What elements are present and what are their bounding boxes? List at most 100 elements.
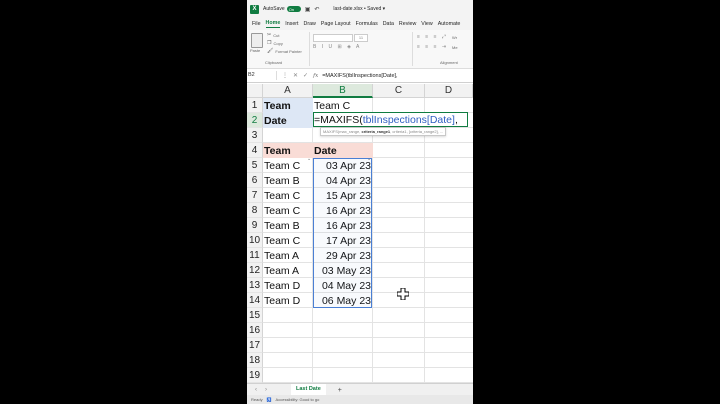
brush-icon: 🖌 — [267, 48, 274, 54]
next-sheet-icon[interactable]: › — [265, 387, 267, 393]
add-sheet-icon[interactable]: + — [338, 387, 342, 394]
table-cell-team[interactable]: Team C — [263, 203, 313, 218]
row-header-8[interactable]: 8 — [247, 203, 263, 218]
cut-button[interactable]: ✂ Cut — [267, 32, 279, 38]
row-header-15[interactable]: 15 — [247, 308, 263, 323]
filter-dropdown-icon[interactable]: ⌄ — [367, 156, 371, 162]
font-family-select[interactable] — [313, 34, 353, 42]
formula-range-ref: tblInspections[Date] — [362, 113, 455, 126]
table-header-date[interactable]: Date — [313, 143, 373, 158]
vertical-align-buttons[interactable]: ≡ ≡ ≡ ⤢ — [417, 34, 448, 40]
insert-function-button[interactable]: fx — [313, 73, 318, 79]
cell-a1[interactable]: Team — [263, 98, 313, 113]
table-cell-team[interactable]: Team D — [263, 278, 313, 293]
table-cell-team[interactable]: Team A — [263, 263, 313, 278]
tab-data[interactable]: Data — [383, 21, 394, 27]
font-format-buttons[interactable]: B I U ⊞ ◈ A — [313, 44, 361, 50]
column-header-d[interactable]: D — [425, 84, 473, 98]
date-range-highlight — [313, 158, 372, 308]
more-icon[interactable]: ⋮ — [282, 72, 288, 79]
row-header-11[interactable]: 11 — [247, 248, 263, 263]
row-header-17[interactable]: 17 — [247, 338, 263, 353]
formula-suffix: , — [454, 113, 458, 126]
accessibility-icon: ♿ — [266, 397, 272, 402]
row-header-16[interactable]: 16 — [247, 323, 263, 338]
ribbon-divider — [412, 32, 413, 66]
table-cell-team[interactable]: Team C — [263, 158, 313, 173]
row-header-1[interactable]: 1 — [247, 98, 263, 113]
cell-b1[interactable]: Team C — [313, 98, 373, 113]
wrap-text-button[interactable]: Wr — [452, 35, 457, 40]
cut-label: Cut — [273, 32, 280, 38]
row-header-3[interactable]: 3 — [247, 128, 263, 143]
row-header-2[interactable]: 2 — [247, 113, 263, 128]
cell-a2[interactable]: Date — [263, 113, 313, 128]
tooltip-fn[interactable]: MAXIFS(max_range, — [323, 129, 361, 134]
prev-sheet-icon[interactable]: ‹ — [255, 387, 257, 393]
table-cell-team[interactable]: Team B — [263, 173, 313, 188]
row-header-12[interactable]: 12 — [247, 263, 263, 278]
row-header-7[interactable]: 7 — [247, 188, 263, 203]
accessibility-status[interactable]: Accessibility: Good to go — [276, 397, 320, 402]
tab-view[interactable]: View — [421, 21, 432, 27]
title-bar: X AutoSave On ▣ ↶ last-date.xlsx • Saved… — [247, 0, 473, 18]
name-box[interactable]: B2 — [247, 71, 277, 80]
file-name[interactable]: last-date.xlsx • Saved ▾ — [333, 6, 385, 12]
table-cell-team[interactable]: Team C — [263, 188, 313, 203]
tab-home[interactable]: Home — [265, 20, 281, 28]
paste-button[interactable]: Paste — [250, 48, 260, 53]
row-header-4[interactable]: 4 — [247, 143, 263, 158]
row-header-14[interactable]: 14 — [247, 293, 263, 308]
tab-file[interactable]: File — [252, 21, 261, 27]
alignment-group-label: Alignment — [440, 60, 458, 65]
table-cell-team[interactable]: Team A — [263, 248, 313, 263]
enter-icon[interactable]: ✓ — [303, 72, 308, 79]
ribbon: Paste ✂ Cut ❐ Copy 🖌 Format Painter Clip… — [247, 30, 473, 69]
tab-formulas[interactable]: Formulas — [356, 21, 378, 27]
row-header-10[interactable]: 10 — [247, 233, 263, 248]
tab-draw[interactable]: Draw — [304, 21, 316, 27]
copy-icon: ❐ — [267, 40, 272, 46]
ribbon-divider — [309, 32, 310, 66]
column-header-a[interactable]: A — [263, 84, 313, 98]
table-cell-team[interactable]: Team B — [263, 218, 313, 233]
editing-cell-b2[interactable]: =MAXIFS(tblInspections[Date], — [313, 112, 468, 127]
row-header-18[interactable]: 18 — [247, 353, 263, 368]
column-header-c[interactable]: C — [373, 84, 425, 98]
horizontal-align-buttons[interactable]: ≡ ≡ ≡ ⇥ — [417, 44, 448, 50]
tooltip-current-arg: criteria_range1 — [361, 129, 391, 134]
excel-logo-icon: X — [250, 4, 259, 14]
format-painter-label: Format Painter — [275, 48, 302, 54]
cancel-icon[interactable]: ✕ — [293, 72, 298, 79]
row-header-6[interactable]: 6 — [247, 173, 263, 188]
tab-automate[interactable]: Automate — [438, 21, 461, 27]
paste-icon[interactable] — [251, 33, 263, 48]
table-cell-team[interactable]: Team D — [263, 293, 313, 308]
formula-prefix: =MAXIFS( — [314, 113, 363, 126]
tooltip-rest: , criteria1, [criteria_range2], ... — [390, 129, 444, 134]
autosave-toggle[interactable]: On — [286, 6, 301, 12]
select-all-corner[interactable] — [247, 84, 263, 98]
row-header-19[interactable]: 19 — [247, 368, 263, 383]
table-header-team[interactable]: Team — [263, 143, 313, 158]
table-cell-team[interactable]: Team C — [263, 233, 313, 248]
format-painter-button[interactable]: 🖌 Format Painter — [267, 48, 302, 54]
merge-button[interactable]: Me — [452, 45, 458, 50]
formula-bar: B2 ⋮ ✕ ✓ fx =MAXIFS(tblInspections[Date]… — [247, 69, 473, 83]
font-size-select[interactable]: 11 — [354, 34, 368, 42]
tab-insert[interactable]: Insert — [285, 21, 298, 27]
formula-input[interactable]: =MAXIFS(tblInspections[Date], — [322, 73, 397, 79]
gridline — [263, 352, 473, 353]
undo-icon[interactable]: ↶ — [314, 6, 319, 13]
column-header-b[interactable]: B — [313, 84, 373, 98]
row-header-13[interactable]: 13 — [247, 278, 263, 293]
save-icon[interactable]: ▣ — [305, 6, 311, 13]
row-header-9[interactable]: 9 — [247, 218, 263, 233]
filter-dropdown-icon[interactable]: ⌄ — [307, 156, 311, 162]
tab-review[interactable]: Review — [399, 21, 416, 27]
tab-page-layout[interactable]: Page Layout — [321, 21, 351, 27]
autosave-label: AutoSave — [263, 6, 285, 12]
gridline — [263, 367, 473, 368]
copy-button[interactable]: ❐ Copy — [267, 40, 283, 46]
row-header-5[interactable]: 5 — [247, 158, 263, 173]
